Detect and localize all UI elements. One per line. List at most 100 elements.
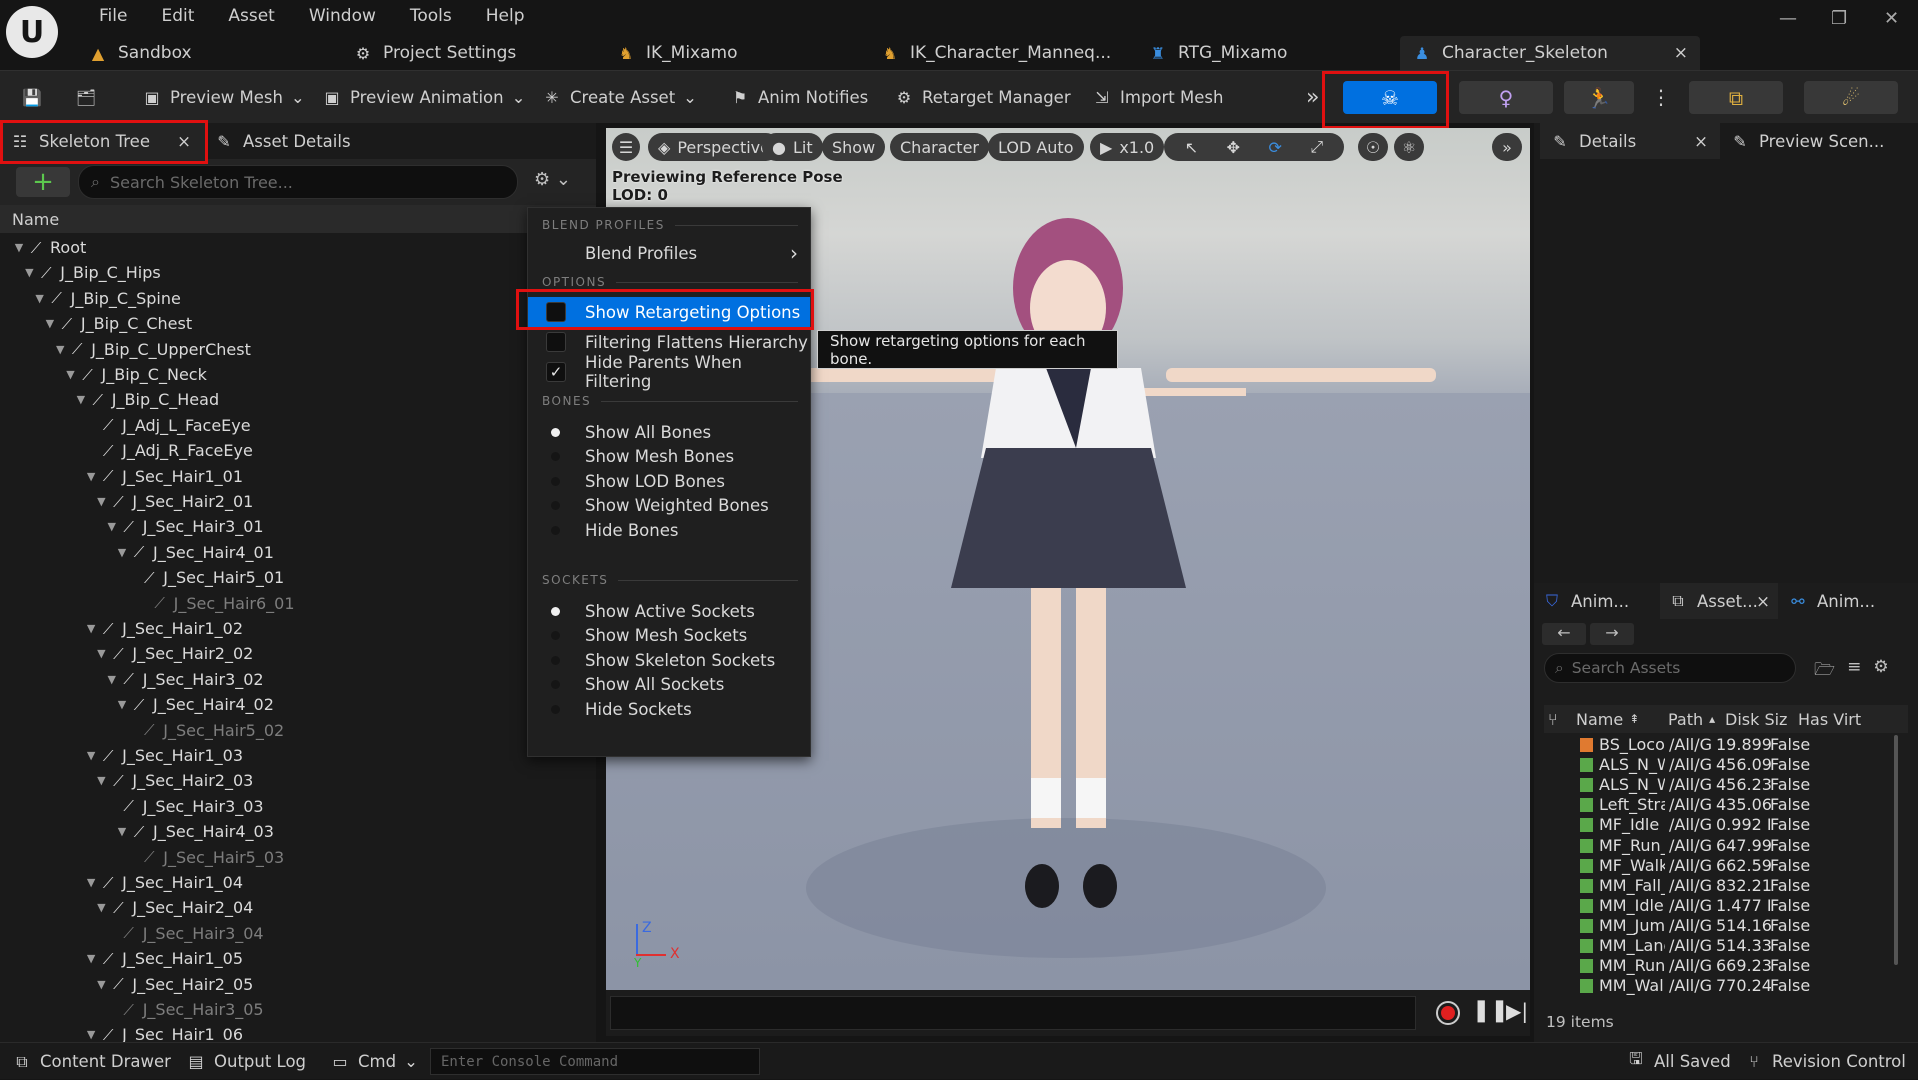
asset-row[interactable]: BS_Locom/All/G19.899False <box>1544 735 1894 755</box>
tree-row[interactable]: ⟋ J_Sec_Hair5_02 <box>125 718 284 743</box>
mesh-mode-button[interactable]: ♀ <box>1459 81 1553 114</box>
console-command-input[interactable]: Enter Console Command <box>430 1048 760 1075</box>
menu-asset[interactable]: Asset <box>211 6 291 26</box>
expand-arrow-icon[interactable]: ▼ <box>94 978 108 991</box>
all-saved-button[interactable]: 🖫 All Saved <box>1626 1043 1731 1080</box>
tree-row[interactable]: ▼ ⟋ J_Bip_C_UpperChest <box>53 337 251 362</box>
tree-row[interactable]: ▼ ⟋ J_Sec_Hair1_01 <box>84 464 243 489</box>
tab-ik-mixamo[interactable]: ♞ IK_Mixamo <box>616 36 738 70</box>
expand-arrow-icon[interactable]: ▼ <box>115 546 129 559</box>
tree-row[interactable]: ⟋ J_Adj_R_FaceEye <box>84 438 253 463</box>
create-asset-button[interactable]: ✳ Create Asset ⌄ <box>536 79 703 115</box>
tree-row[interactable]: ⟋ J_Sec_Hair3_04 <box>105 921 263 946</box>
menu-item-show-retargeting-options[interactable]: Show Retargeting Options <box>528 297 810 327</box>
tree-row[interactable]: ▼ ⟋ J_Sec_Hair1_06 <box>84 1022 243 1042</box>
menu-item-sockets-4[interactable]: Hide Sockets <box>528 694 810 724</box>
asset-row[interactable]: MM_Fall_L/All/G832.21False <box>1544 876 1894 896</box>
close-tab-icon[interactable]: × <box>1674 43 1688 63</box>
skeleton-search-input[interactable]: ⌕ Search Skeleton Tree... <box>78 165 518 199</box>
add-button[interactable]: + <box>16 167 70 197</box>
translate-icon[interactable]: ✥ <box>1227 138 1240 157</box>
tab-character-skeleton[interactable]: ♟ Character_Skeleton × <box>1400 36 1700 70</box>
radio-icon[interactable] <box>551 680 560 689</box>
expand-arrow-icon[interactable]: ▼ <box>43 317 57 330</box>
preview-animation-button[interactable]: ▣ Preview Animation ⌄ <box>316 79 531 115</box>
tree-row[interactable]: ▼ ⟋ J_Sec_Hair1_02 <box>84 616 243 641</box>
radio-icon[interactable] <box>551 452 560 461</box>
tree-row[interactable]: ⟋ J_Sec_Hair5_03 <box>125 845 284 870</box>
expand-arrow-icon[interactable]: ▼ <box>94 901 108 914</box>
output-log-button[interactable]: ▤ Output Log <box>186 1043 306 1080</box>
asset-list-scrollbar[interactable] <box>1894 735 1898 965</box>
tab-asset-browser[interactable]: ⧉ Asset... × <box>1660 583 1778 619</box>
tab-asset-details[interactable]: ✎ Asset Details <box>214 123 350 159</box>
asset-row[interactable]: MM_Idle/All/G 1.477 I False <box>1544 896 1894 916</box>
asset-row[interactable]: MM_Walk/All/G770.24False <box>1544 976 1894 996</box>
expand-arrow-icon[interactable]: ▼ <box>84 876 98 889</box>
expand-arrow-icon[interactable]: ▼ <box>84 952 98 965</box>
toolbar-overflow-icon[interactable]: » <box>1300 79 1325 115</box>
column-header-name[interactable]: Name <box>0 205 596 233</box>
lod-button[interactable]: LOD Auto <box>988 133 1084 161</box>
forward-button[interactable]: → <box>1590 623 1634 645</box>
expand-arrow-icon[interactable]: ▼ <box>94 647 108 660</box>
tree-row[interactable]: ▼ ⟋ J_Sec_Hair4_03 <box>115 819 274 844</box>
asset-row[interactable]: MF_Run_F/All/G647.99False <box>1544 836 1894 856</box>
expand-arrow-icon[interactable]: ▼ <box>12 241 26 254</box>
scale-icon[interactable]: ⤢ <box>1310 137 1323 157</box>
tab-anim-2[interactable]: ⚯ Anim... <box>1788 583 1875 619</box>
physics-mode-button[interactable]: ☄ <box>1804 81 1898 114</box>
tree-row[interactable]: ▼ ⟋ J_Bip_C_Hips <box>22 260 161 285</box>
record-button[interactable] <box>1436 1001 1460 1025</box>
filter-icon[interactable]: ≡ <box>1847 657 1861 686</box>
tree-row[interactable]: ▼ ⟋ J_Sec_Hair1_05 <box>84 946 243 971</box>
column-disk-size[interactable]: Disk Siz <box>1725 705 1787 733</box>
expand-arrow-icon[interactable]: ▼ <box>105 673 119 686</box>
skeleton-mode-button[interactable]: ☠ <box>1343 81 1437 114</box>
asset-row[interactable]: MF_Walk_/All/G662.59False <box>1544 856 1894 876</box>
expand-arrow-icon[interactable]: ▼ <box>84 1028 98 1041</box>
character-button[interactable]: Character <box>890 133 989 161</box>
radio-icon[interactable] <box>551 631 560 640</box>
close-tab-icon[interactable]: × <box>1756 592 1770 611</box>
radio-icon[interactable] <box>551 655 560 665</box>
restore-icon[interactable]: ❐ <box>1831 8 1847 29</box>
menu-item-blend-profiles[interactable]: Blend Profiles › <box>528 238 810 268</box>
lit-button[interactable]: ● Lit <box>762 133 823 161</box>
tree-row[interactable]: ▼ ⟋ J_Sec_Hair2_05 <box>94 972 253 997</box>
tree-row[interactable]: ▼ ⟋ J_Sec_Hair2_01 <box>94 489 253 514</box>
settings-gear-icon[interactable]: ⚙ ⌄ <box>534 169 571 190</box>
expand-arrow-icon[interactable]: ▼ <box>94 495 108 508</box>
asset-row[interactable]: Left_Strafe/All/G435.06False <box>1544 795 1894 815</box>
menu-item-hide-parents-when-filtering[interactable]: ✓ Hide Parents When Filtering <box>528 353 810 391</box>
tab-sandbox[interactable]: ▲ Sandbox <box>88 36 192 70</box>
menu-edit[interactable]: Edit <box>144 6 211 26</box>
tree-row[interactable]: ▼ ⟋ J_Bip_C_Spine <box>33 286 180 311</box>
tree-row[interactable]: ▼ ⟋ J_Sec_Hair4_02 <box>115 692 274 717</box>
close-window-icon[interactable]: ✕ <box>1884 8 1899 29</box>
asset-row[interactable]: ALS_N_Wa/All/G456.09False <box>1544 755 1894 775</box>
browse-button[interactable]: 🗂 <box>70 79 102 115</box>
menu-help[interactable]: Help <box>469 6 542 26</box>
timeline-track[interactable] <box>610 996 1416 1030</box>
tree-row[interactable]: ⟋ J_Adj_L_FaceEye <box>84 413 251 438</box>
source-control-icon[interactable]: ⑂ <box>1548 705 1558 733</box>
asset-row[interactable]: MM_Land/All/G514.33False <box>1544 936 1894 956</box>
close-tab-icon[interactable]: × <box>177 132 191 151</box>
tab-project-settings[interactable]: ⚙ Project Settings <box>353 36 516 70</box>
column-name[interactable]: Name ⇞ <box>1576 705 1639 733</box>
radio-icon[interactable] <box>551 606 560 616</box>
minimize-icon[interactable]: — <box>1779 8 1797 29</box>
retarget-manager-button[interactable]: ⚙ Retarget Manager <box>888 79 1077 115</box>
menu-tools[interactable]: Tools <box>393 6 469 26</box>
tab-ik-character-mannequin[interactable]: ♞ IK_Character_Manneq... <box>880 36 1111 70</box>
expand-arrow-icon[interactable]: ▼ <box>74 393 88 406</box>
column-has-virtual[interactable]: Has Virt <box>1798 705 1861 733</box>
show-retargeting-checkbox[interactable] <box>546 302 566 322</box>
column-path[interactable]: Path ▴ <box>1668 705 1715 733</box>
save-button[interactable]: 💾 <box>16 79 48 115</box>
tree-row[interactable]: ▼ ⟋ J_Sec_Hair2_02 <box>94 641 253 666</box>
content-drawer-button[interactable]: ⧉ Content Drawer <box>12 1043 171 1080</box>
camera-tool-icon[interactable]: ⚛ <box>1394 133 1424 161</box>
perspective-button[interactable]: ◈ Perspective <box>648 133 780 161</box>
